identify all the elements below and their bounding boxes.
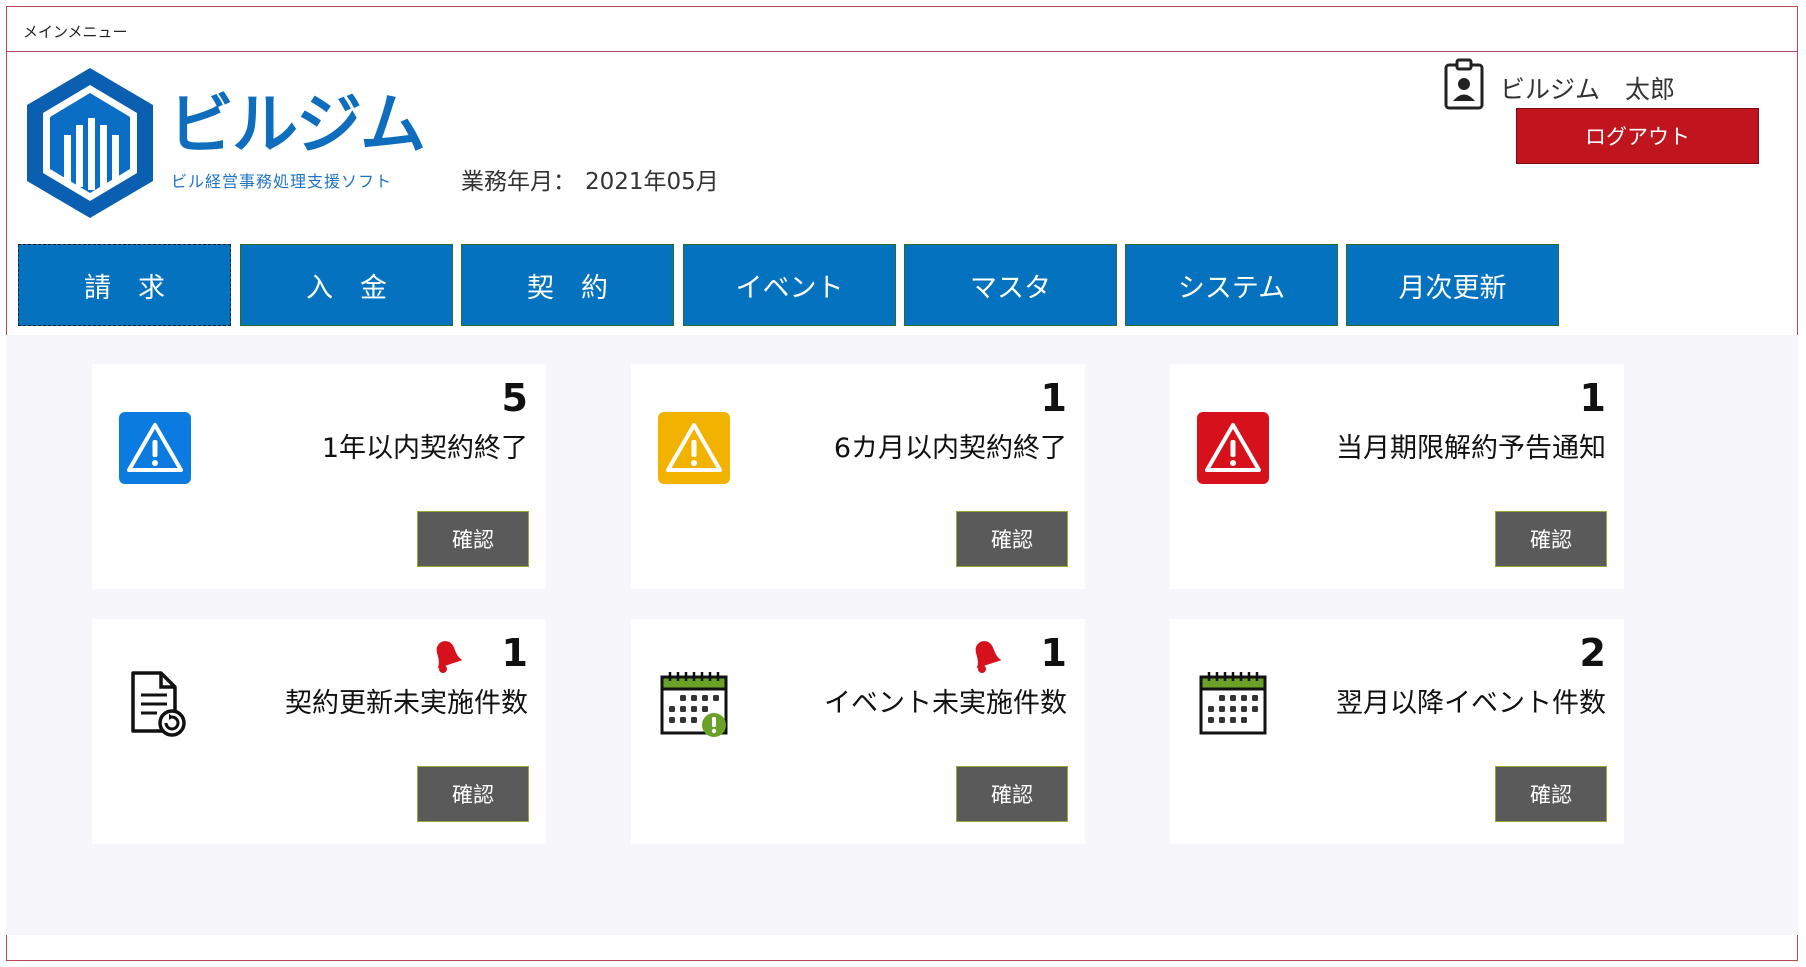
calendar-icon [1197,667,1269,743]
card-label: イベント未実施件数 [824,688,1067,719]
logout-button[interactable]: ログアウト [1516,108,1759,164]
confirm-button[interactable]: 確認 [417,511,529,567]
document-renew-icon [119,667,191,743]
card-count: 1 [1040,631,1067,675]
tab-master[interactable]: マスタ [904,244,1117,326]
card-contract-renewal-pending: 1 契約更新未実施件数 確認 [92,619,546,844]
window-title: メインメニュー [23,23,128,41]
tab-contract[interactable]: 契 約 [461,244,674,326]
work-period-value: 2021年05月 [585,169,719,195]
user-badge-icon [1443,58,1485,114]
card-contract-end-6months: 1 6カ月以内契約終了 確認 [631,364,1085,589]
brand-subtitle: ビル経営事務処理支援ソフト [171,172,393,191]
bell-icon [965,635,1005,679]
tab-event[interactable]: イベント [683,244,896,326]
card-label: 6カ月以内契約終了 [833,433,1067,464]
card-label: 当月期限解約予告通知 [1336,433,1606,464]
bell-icon [426,635,466,679]
warning-red-icon [1197,412,1269,488]
brand-logo-icon [20,63,160,227]
card-count: 1 [501,631,528,675]
tab-billing[interactable]: 請 求 [18,244,231,326]
confirm-button[interactable]: 確認 [1495,511,1607,567]
calendar-alert-icon [658,667,730,743]
tab-system[interactable]: システム [1125,244,1338,326]
card-count: 2 [1579,631,1606,675]
brand-name: ビルジム [168,86,426,163]
card-label: 1年以内契約終了 [321,433,528,464]
card-event-pending: 1 イベント未実施件数 確認 [631,619,1085,844]
title-bar: メインメニュー [7,7,1797,52]
card-count: 1 [1040,376,1067,420]
user-name: ビルジム 太郎 [1500,75,1676,104]
card-count: 1 [1579,376,1606,420]
confirm-button[interactable]: 確認 [1495,766,1607,822]
tab-monthly-update[interactable]: 月次更新 [1346,244,1559,326]
confirm-button[interactable]: 確認 [417,766,529,822]
confirm-button[interactable]: 確認 [956,511,1068,567]
work-period-label: 業務年月： [461,169,576,195]
card-cancellation-notice: 1 当月期限解約予告通知 確認 [1170,364,1624,589]
card-upcoming-events: 2 翌月以降イベント件数 確認 [1170,619,1624,844]
tab-payment[interactable]: 入 金 [240,244,453,326]
confirm-button[interactable]: 確認 [956,766,1068,822]
warning-blue-icon [119,412,191,488]
warning-yellow-icon [658,412,730,488]
card-label: 契約更新未実施件数 [285,688,528,719]
card-count: 5 [501,376,528,420]
card-label: 翌月以降イベント件数 [1336,688,1606,719]
card-contract-end-1year: 5 1年以内契約終了 確認 [92,364,546,589]
